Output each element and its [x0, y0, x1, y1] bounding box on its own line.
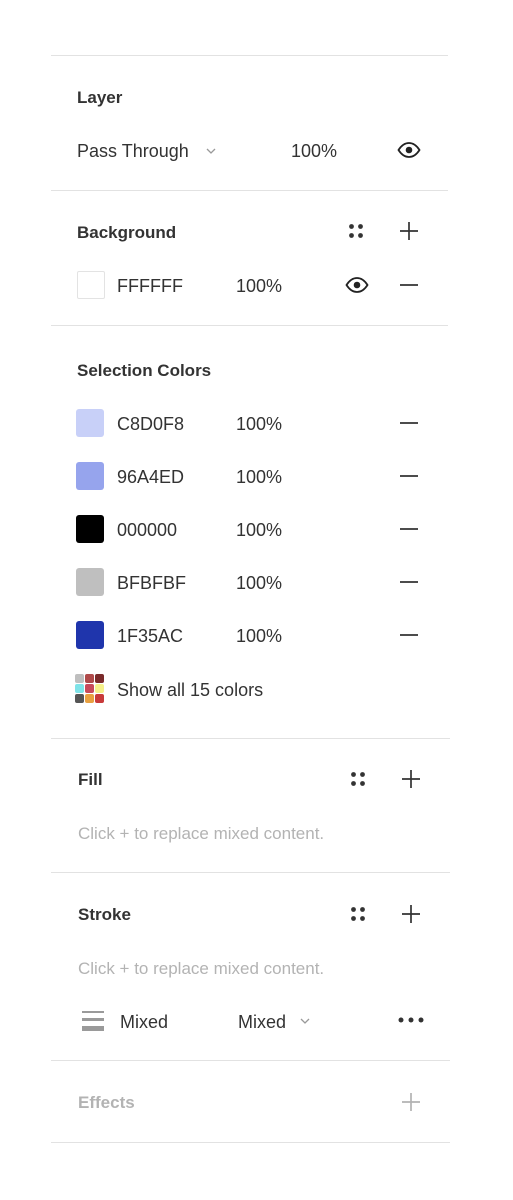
- panel-divider: [51, 190, 448, 191]
- background-opacity[interactable]: 100%: [236, 277, 282, 295]
- minus-icon[interactable]: [399, 283, 419, 287]
- panel-divider: [51, 1142, 450, 1143]
- color-hex[interactable]: C8D0F8: [117, 415, 184, 433]
- color-hex[interactable]: 96A4ED: [117, 468, 184, 486]
- chevron-down-icon: [300, 1018, 310, 1024]
- stroke-title: Stroke: [78, 905, 131, 924]
- eye-icon[interactable]: [397, 142, 421, 158]
- minus-icon[interactable]: [399, 474, 419, 478]
- color-hex[interactable]: 1F35AC: [117, 627, 183, 645]
- blend-mode-value: Pass Through: [77, 141, 189, 161]
- stroke-weight-value: Mixed: [120, 1012, 169, 1032]
- color-swatch[interactable]: [76, 409, 104, 437]
- minus-icon[interactable]: [399, 527, 419, 531]
- minus-icon[interactable]: [399, 421, 419, 425]
- layer-opacity[interactable]: 100%: [291, 142, 337, 160]
- more-options-icon[interactable]: [397, 1017, 425, 1023]
- fill-title: Fill: [78, 770, 103, 789]
- style-grid-icon[interactable]: [348, 223, 364, 239]
- color-swatch[interactable]: [77, 271, 105, 299]
- panel-divider: [51, 325, 448, 326]
- color-opacity[interactable]: 100%: [236, 415, 282, 433]
- chevron-down-icon: [206, 148, 216, 154]
- panel-divider: [51, 55, 448, 56]
- color-swatch[interactable]: [76, 568, 104, 596]
- layer-title: Layer: [77, 88, 123, 107]
- eye-icon[interactable]: [345, 277, 369, 293]
- plus-icon[interactable]: [399, 221, 419, 241]
- stroke-weight-icon: [82, 1011, 104, 1031]
- show-all-label: Show all 15 colors: [117, 680, 264, 700]
- minus-icon[interactable]: [399, 580, 419, 584]
- style-grid-icon[interactable]: [350, 771, 366, 787]
- stroke-hint: Click + to replace mixed content.: [78, 959, 325, 978]
- plus-icon[interactable]: [401, 769, 421, 789]
- selection-colors-title: Selection Colors: [77, 361, 212, 380]
- color-hex[interactable]: BFBFBF: [117, 574, 186, 592]
- panel-divider: [51, 1060, 450, 1061]
- color-grid-icon: [75, 674, 105, 704]
- plus-icon[interactable]: [401, 1092, 421, 1112]
- effects-title: Effects: [78, 1093, 135, 1112]
- color-opacity[interactable]: 100%: [236, 521, 282, 539]
- fill-hint: Click + to replace mixed content.: [78, 824, 325, 843]
- color-opacity[interactable]: 100%: [236, 627, 282, 645]
- blend-mode-dropdown[interactable]: Pass Through: [77, 140, 227, 162]
- color-swatch[interactable]: [76, 515, 104, 543]
- minus-icon[interactable]: [399, 633, 419, 637]
- color-hex[interactable]: 000000: [117, 521, 177, 539]
- background-hex[interactable]: FFFFFF: [117, 277, 183, 295]
- plus-icon[interactable]: [401, 904, 421, 924]
- background-title: Background: [77, 223, 177, 242]
- color-swatch[interactable]: [76, 462, 104, 490]
- panel-divider: [51, 872, 450, 873]
- color-opacity[interactable]: 100%: [236, 574, 282, 592]
- style-grid-icon[interactable]: [350, 906, 366, 922]
- panel-divider: [51, 738, 450, 739]
- color-swatch[interactable]: [76, 621, 104, 649]
- color-opacity[interactable]: 100%: [236, 468, 282, 486]
- stroke-position-value: Mixed: [238, 1012, 287, 1032]
